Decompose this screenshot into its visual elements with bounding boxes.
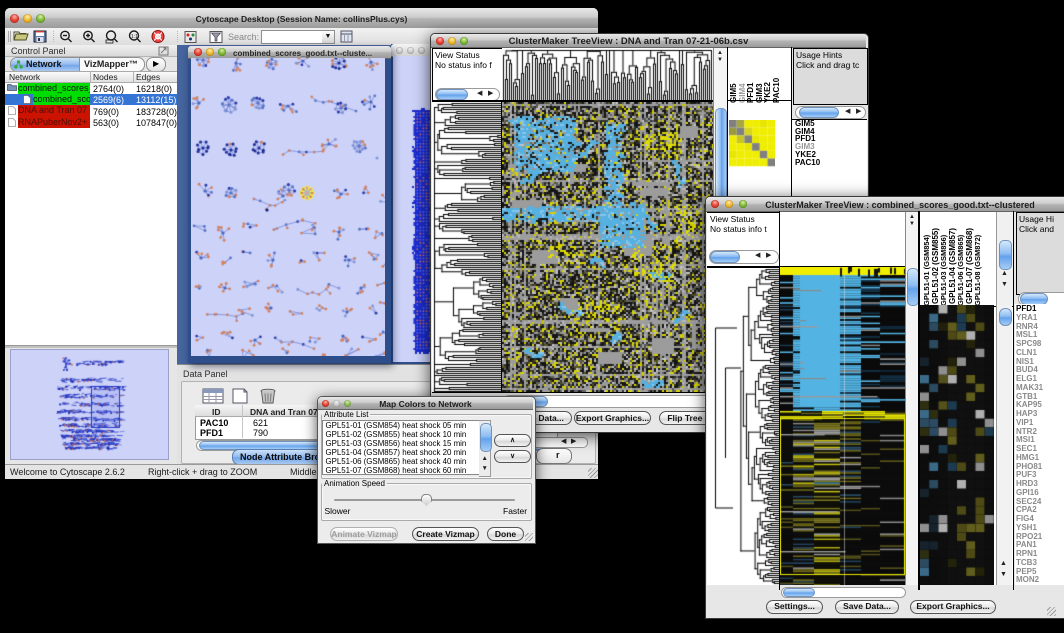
svg-text:1:1: 1:1 bbox=[131, 34, 138, 40]
